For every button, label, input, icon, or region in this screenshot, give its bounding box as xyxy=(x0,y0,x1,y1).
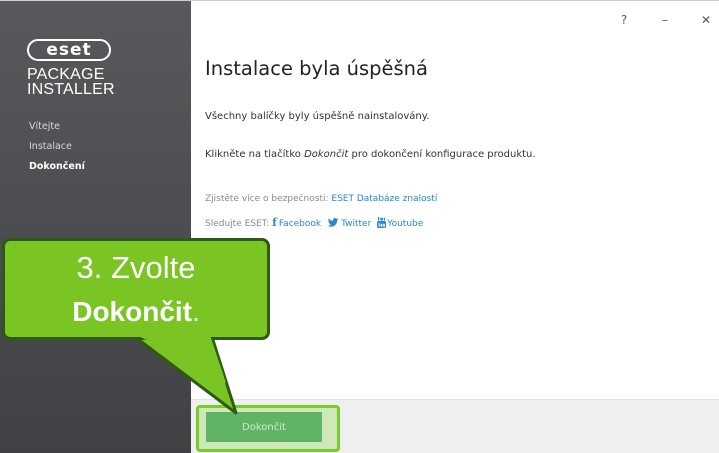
learn-more-line: Zjistěte více o bezpečnosti: ESET Databá… xyxy=(205,194,437,204)
sidebar-item-welcome: Vítejte xyxy=(29,121,60,132)
sidebar: eset PACKAGE INSTALLER Vítejte Instalace… xyxy=(0,1,191,453)
instruction-text-emphasis: Dokončit xyxy=(304,149,349,160)
title-bar: ? – ✕ xyxy=(191,9,719,31)
facebook-link[interactable]: f Facebook xyxy=(272,216,321,229)
help-button[interactable]: ? xyxy=(609,9,639,31)
page-title: Instalace byla úspěšná xyxy=(205,57,428,80)
product-name-line2: INSTALLER xyxy=(27,81,115,98)
sidebar-nav: Vítejte Instalace Dokončení xyxy=(29,122,85,182)
finish-button[interactable]: Dokončit xyxy=(206,412,322,442)
youtube-icon xyxy=(377,217,387,228)
close-button[interactable]: ✕ xyxy=(691,9,719,31)
product-name: PACKAGE INSTALLER xyxy=(27,66,115,98)
follow-line: Sledujte ESET: f Facebook Twitter Youtube xyxy=(205,216,429,229)
sidebar-item-install: Instalace xyxy=(29,141,72,152)
logo-text: eset xyxy=(46,40,92,60)
installer-window: eset PACKAGE INSTALLER Vítejte Instalace… xyxy=(0,0,719,453)
instruction-text-before: Klikněte na tlačítko xyxy=(205,149,305,160)
footer-bar: Dokončit xyxy=(191,399,719,453)
knowledgebase-link[interactable]: ESET Databáze znalostí xyxy=(331,194,437,204)
twitter-link-label: Twitter xyxy=(341,219,372,229)
facebook-icon: f xyxy=(272,216,277,229)
facebook-link-label: Facebook xyxy=(278,219,322,229)
success-message: Všechny balíčky byly úspěšně nainstalová… xyxy=(205,111,430,122)
instruction-text-after: pro dokončení konfigurace produktu. xyxy=(348,149,536,160)
twitter-icon xyxy=(327,218,339,227)
product-name-line1: PACKAGE xyxy=(27,66,105,83)
minimize-button[interactable]: – xyxy=(650,9,680,31)
youtube-link-label: Youtube xyxy=(387,219,424,229)
eset-logo: eset xyxy=(27,39,113,63)
twitter-link[interactable]: Twitter xyxy=(327,218,371,229)
follow-label: Sledujte ESET: xyxy=(205,219,273,229)
youtube-link[interactable]: Youtube xyxy=(377,217,423,229)
sidebar-item-finish: Dokončení xyxy=(29,161,85,172)
learn-more-label: Zjistěte více o bezpečnosti: xyxy=(205,194,332,204)
main-content: Instalace byla úspěšná Všechny balíčky b… xyxy=(191,31,719,399)
instruction-message: Klikněte na tlačítko Dokončit pro dokonč… xyxy=(205,149,536,160)
